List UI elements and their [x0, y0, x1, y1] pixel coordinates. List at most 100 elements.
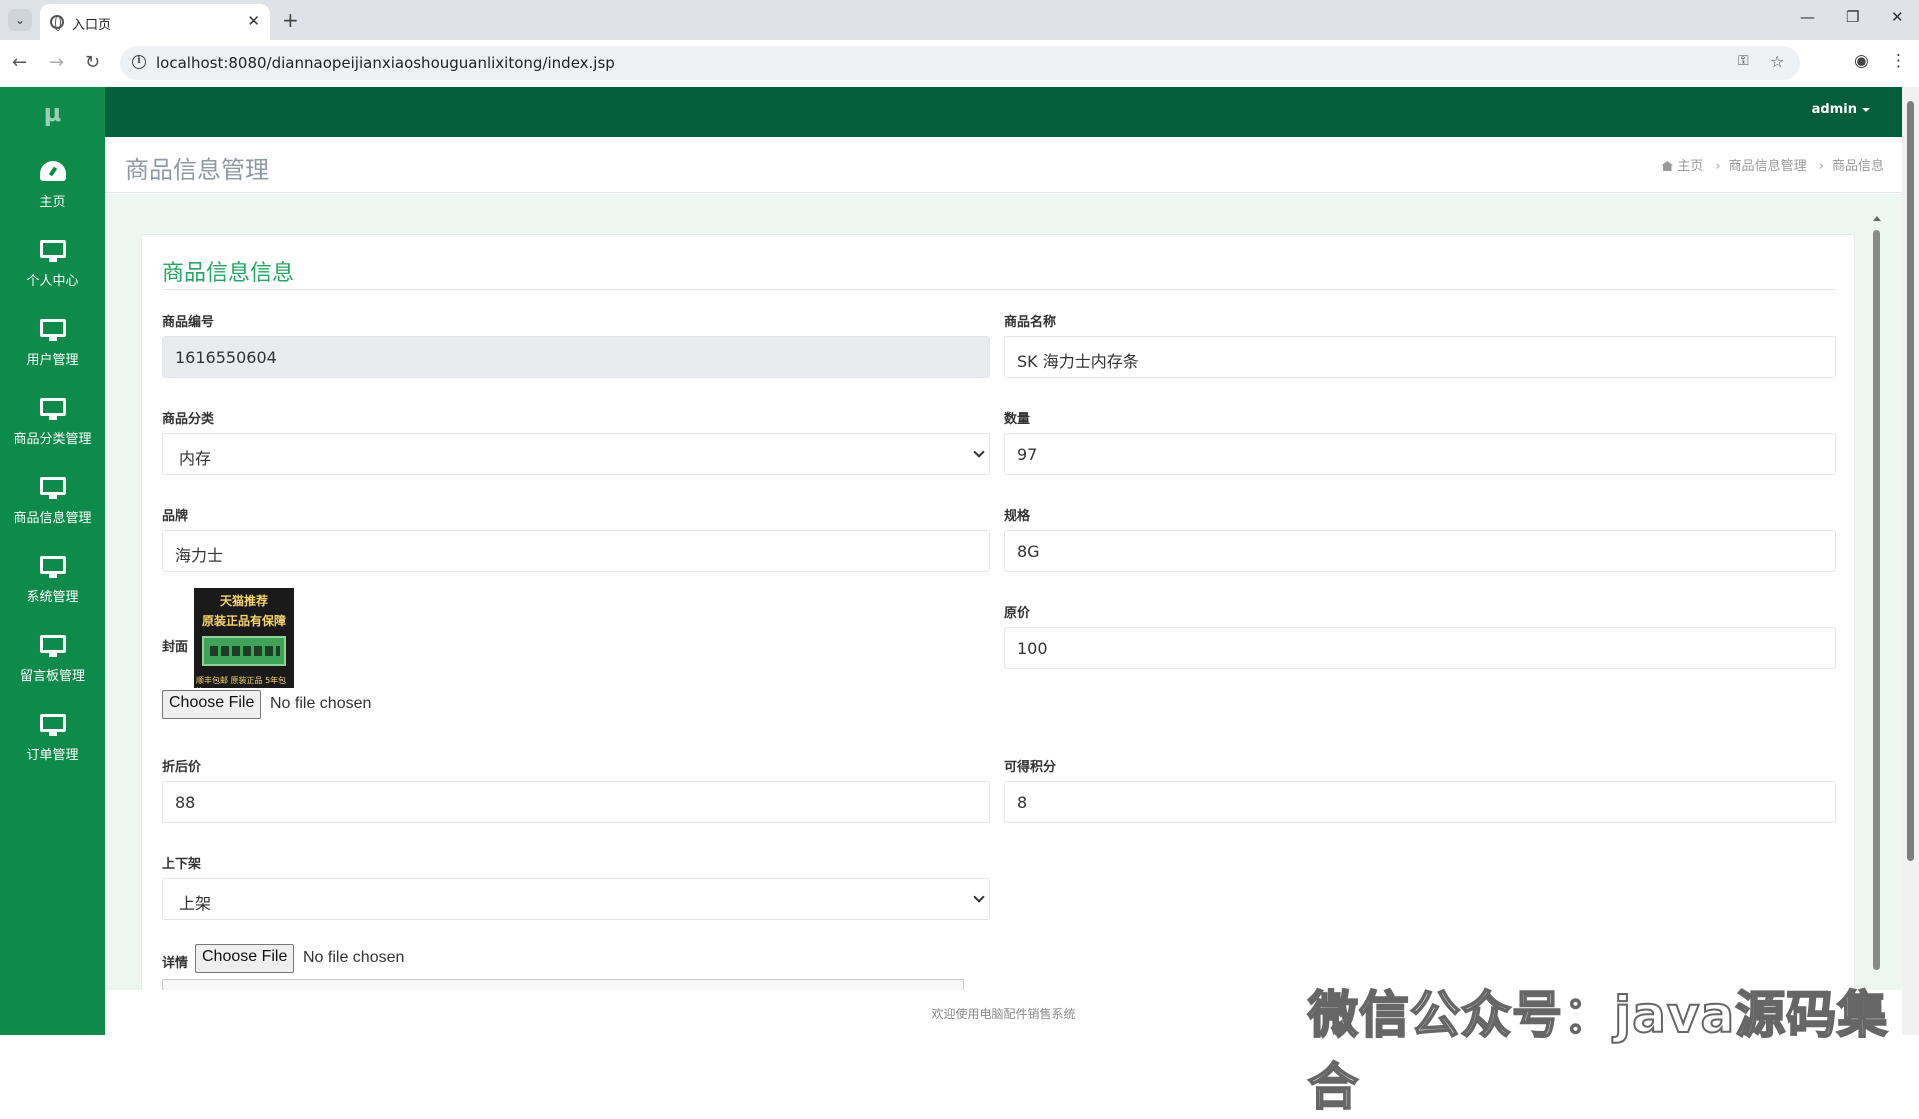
- restore-icon[interactable]: ❐: [1846, 8, 1859, 26]
- category-label: 商品分类: [162, 412, 215, 427]
- sidebar-item-label: 个人中心: [26, 274, 79, 289]
- category-select[interactable]: 内存: [162, 433, 990, 475]
- omnibox[interactable]: i localhost:8080/diannaopeijianxiaoshoug…: [120, 46, 1800, 80]
- name-input[interactable]: SK 海力士内存条: [1004, 336, 1836, 378]
- cover-image-text: 原装正品有保障: [201, 614, 286, 628]
- cover-image-text: 顺丰包邮 原装正品 5年包换: [196, 676, 287, 688]
- price-input[interactable]: 100: [1004, 627, 1836, 669]
- card-title: 商品信息信息: [162, 261, 295, 286]
- breadcrumb-current: 商品信息: [1831, 159, 1884, 174]
- sidebar-item-label: 用户管理: [26, 353, 79, 368]
- sidebar: μ 主页 个人中心 用户管理 商品分类管理 商品信息管理 系统管理 留言板管理 …: [0, 87, 105, 1035]
- breadcrumb-home[interactable]: 主页: [1677, 159, 1703, 174]
- monitor-icon: [40, 556, 66, 578]
- sidebar-item-home[interactable]: 主页: [0, 147, 105, 226]
- price-label: 原价: [1004, 606, 1031, 621]
- breadcrumb-separator: ›: [1818, 159, 1824, 174]
- monitor-icon: [40, 477, 66, 499]
- points-input[interactable]: 8: [1004, 781, 1836, 823]
- back-icon[interactable]: ←: [12, 52, 27, 73]
- cover-choose-file-button[interactable]: Choose File: [162, 690, 262, 719]
- scrollbar-thumb[interactable]: [1873, 230, 1880, 970]
- monitor-icon: [40, 635, 66, 657]
- content-area: 商品信息信息 商品编号 1616550604 商品名称 SK 海力士内存条 商品…: [105, 194, 1902, 990]
- cover-file-status: No file chosen: [270, 695, 372, 712]
- breadcrumb: 主页 › 商品信息管理 › 商品信息: [1655, 155, 1884, 174]
- discount-price-label: 折后价: [162, 760, 202, 775]
- user-menu[interactable]: admin: [1812, 102, 1870, 117]
- sidebar-item-profile[interactable]: 个人中心: [0, 226, 105, 305]
- shelf-select[interactable]: 上架: [162, 878, 990, 920]
- sidebar-item-label: 系统管理: [26, 590, 79, 605]
- monitor-icon: [40, 398, 66, 420]
- sidebar-item-users[interactable]: 用户管理: [0, 305, 105, 384]
- minimize-icon[interactable]: —: [1800, 8, 1815, 26]
- rich-text-editor-toolbar[interactable]: [162, 979, 964, 990]
- detail-file-status: No file chosen: [303, 949, 405, 966]
- url-text[interactable]: localhost:8080/diannaopeijianxiaoshougua…: [156, 54, 615, 72]
- code-input[interactable]: 1616550604: [162, 336, 990, 378]
- content-scrollbar[interactable]: [1870, 214, 1884, 990]
- sidebar-item-system[interactable]: 系统管理: [0, 542, 105, 621]
- monitor-icon: [40, 319, 66, 341]
- scrollbar-thumb[interactable]: [1907, 101, 1914, 861]
- quantity-input[interactable]: 97: [1004, 433, 1836, 475]
- detail-label: 详情: [162, 956, 189, 971]
- sidebar-item-products[interactable]: 商品信息管理: [0, 463, 105, 542]
- quantity-label: 数量: [1004, 412, 1031, 427]
- sidebar-item-category[interactable]: 商品分类管理: [0, 384, 105, 463]
- tab-search-button[interactable]: ⌄: [8, 9, 32, 31]
- reload-icon[interactable]: ↻: [85, 52, 100, 73]
- tab-title: 入口页: [72, 18, 112, 33]
- divider: [162, 289, 1836, 290]
- address-bar-row: ← → ↻ i localhost:8080/diannaopeijianxia…: [0, 40, 1919, 87]
- globe-icon: [50, 15, 64, 31]
- brand-input[interactable]: 海力士: [162, 530, 990, 572]
- cover-label: 封面: [162, 640, 189, 655]
- window-close-icon[interactable]: ✕: [1891, 8, 1904, 26]
- shelf-selected: 上架: [179, 894, 212, 913]
- spec-label: 规格: [1004, 509, 1031, 524]
- detail-choose-file-button[interactable]: Choose File: [195, 944, 295, 973]
- sidebar-item-label: 留言板管理: [19, 669, 85, 684]
- monitor-icon: [40, 240, 66, 262]
- caret-down-icon: [1862, 107, 1870, 112]
- sidebar-item-messages[interactable]: 留言板管理: [0, 621, 105, 700]
- spec-input[interactable]: 8G: [1004, 530, 1836, 572]
- chevron-down-icon: [973, 446, 985, 458]
- monitor-icon: [40, 714, 66, 736]
- breadcrumb-separator: ›: [1715, 159, 1721, 174]
- home-icon: [1661, 161, 1674, 171]
- password-key-icon[interactable]: ⚿: [1738, 53, 1749, 69]
- points-label: 可得积分: [1004, 760, 1057, 775]
- sidebar-item-label: 主页: [39, 195, 66, 210]
- chevron-down-icon: [973, 891, 985, 903]
- menu-kebab-icon[interactable]: ⋮: [1890, 51, 1907, 71]
- profile-icon[interactable]: ◉: [1854, 51, 1869, 71]
- form-card: 商品信息信息 商品编号 1616550604 商品名称 SK 海力士内存条 商品…: [141, 234, 1855, 990]
- forward-icon[interactable]: →: [49, 52, 64, 73]
- tab-bar: ⌄ 入口页 ✕ + — ❐ ✕: [0, 0, 1919, 40]
- bookmark-star-icon[interactable]: ☆: [1770, 52, 1784, 71]
- new-tab-button[interactable]: +: [282, 8, 299, 32]
- browser-chrome: ⌄ 入口页 ✕ + — ❐ ✕ ← → ↻ i localhost:8080/d…: [0, 0, 1919, 87]
- sidebar-item-orders[interactable]: 订单管理: [0, 700, 105, 779]
- watermark: 微信公众号：java源码集合: [1307, 985, 1889, 1117]
- brand-label: 品牌: [162, 509, 189, 524]
- sidebar-item-label: 商品分类管理: [13, 432, 92, 447]
- tab-close-icon[interactable]: ✕: [247, 12, 260, 30]
- top-navbar: admin: [105, 87, 1902, 137]
- scroll-up-arrow-icon[interactable]: [1873, 216, 1881, 221]
- breadcrumb-item[interactable]: 商品信息管理: [1729, 159, 1807, 174]
- site-info-icon[interactable]: i: [132, 55, 146, 69]
- name-label: 商品名称: [1004, 315, 1057, 330]
- page-title: 商品信息管理: [125, 156, 269, 184]
- app-logo: μ: [43, 99, 62, 127]
- category-selected: 内存: [179, 449, 212, 468]
- discount-price-input[interactable]: 88: [162, 781, 990, 823]
- browser-tab[interactable]: 入口页 ✕: [40, 4, 270, 40]
- page-scrollbar[interactable]: [1902, 87, 1919, 1035]
- code-label: 商品编号: [162, 315, 215, 330]
- sidebar-item-label: 订单管理: [26, 748, 79, 763]
- cover-image: 天猫推荐 原装正品有保障 顺丰包邮 原装正品 5年包换: [194, 588, 294, 688]
